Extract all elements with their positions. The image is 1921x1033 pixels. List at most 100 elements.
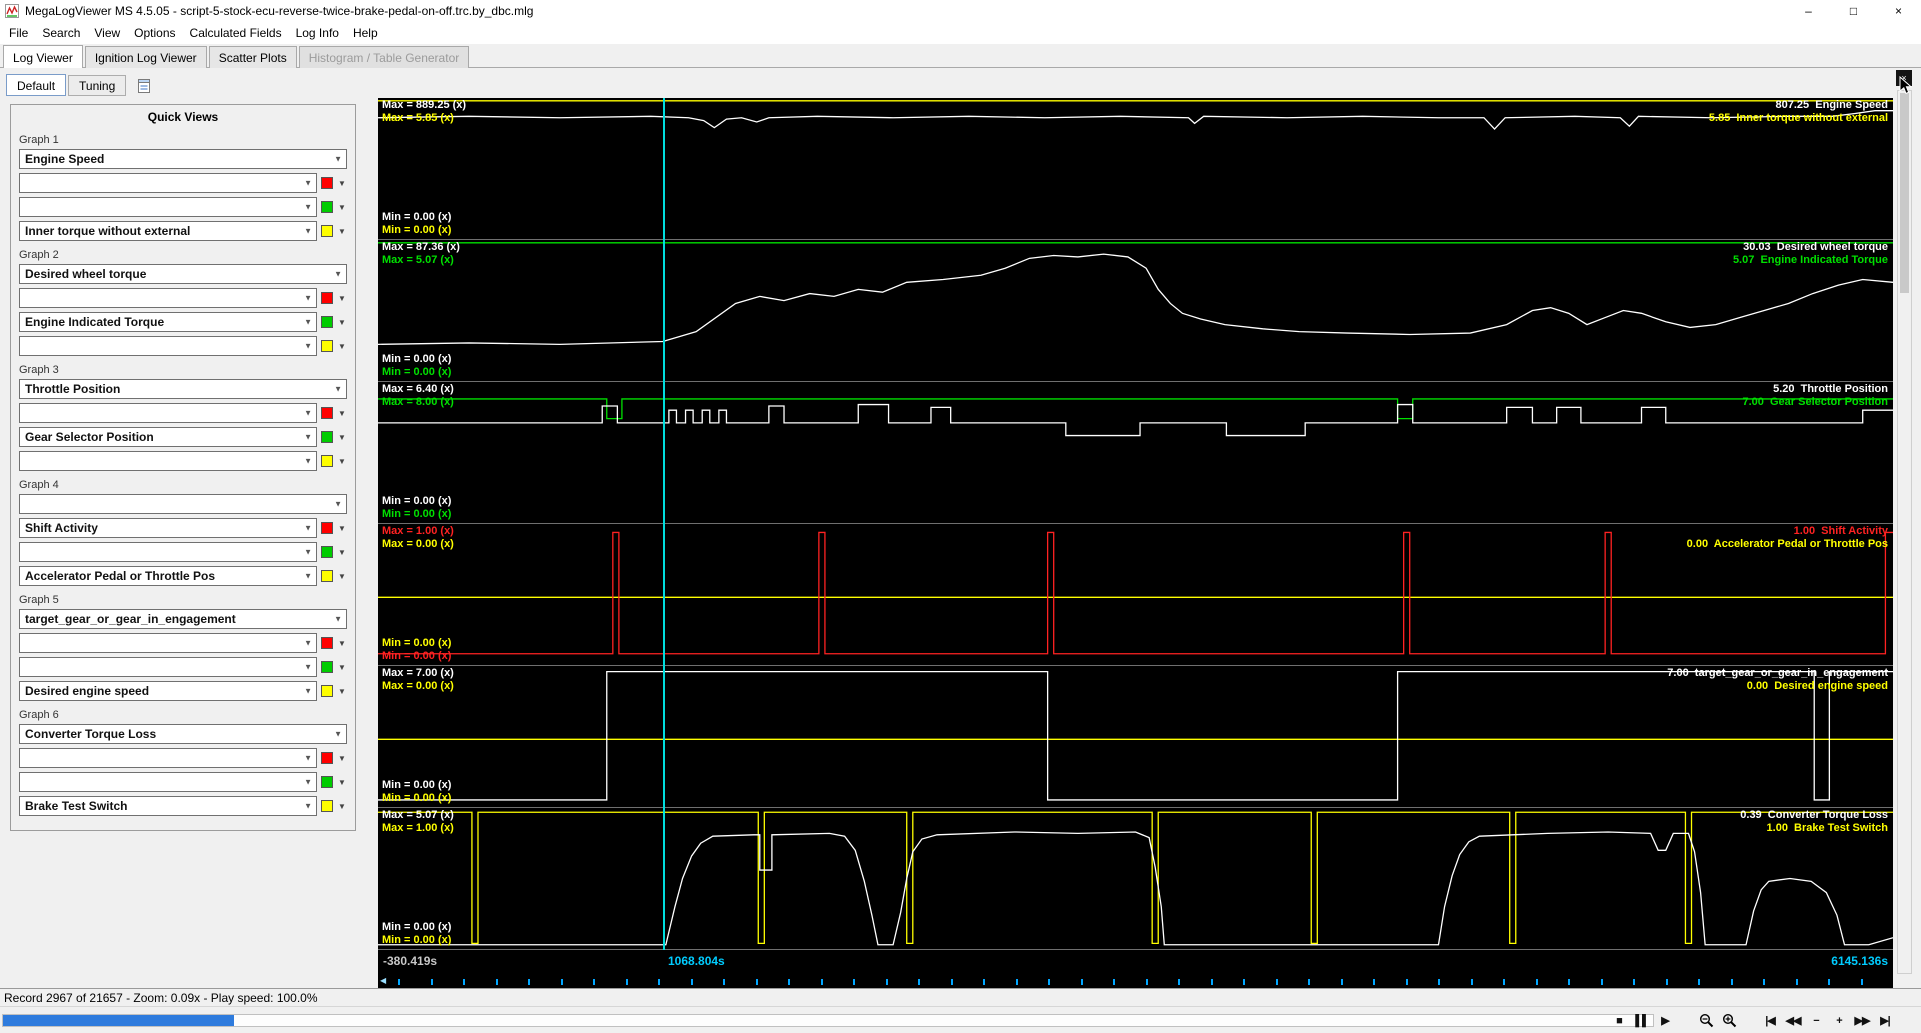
log-overview-strip[interactable]: ◀ <box>378 974 1893 988</box>
graph-panel-2[interactable]: Max = 87.36 (x) Max = 5.07 (x) Min = 0.00 … <box>378 240 1893 382</box>
chevron-down-icon[interactable]: ▼ <box>337 778 347 787</box>
speed-down-button[interactable]: − <box>1808 1011 1824 1031</box>
view-tab-default[interactable]: Default <box>6 74 67 96</box>
rewind-button[interactable]: ◀◀ <box>1785 1011 1802 1031</box>
pause-button[interactable]: ▌▌ <box>1634 1011 1650 1031</box>
channel-select-g6-1[interactable]: Converter Torque Loss ▼ <box>19 724 347 744</box>
channel-select-g2-4[interactable]: ▼ <box>19 336 317 356</box>
channel-select-g1-1[interactable]: Engine Speed ▼ <box>19 149 347 169</box>
chevron-down-icon[interactable]: ▼ <box>337 754 347 763</box>
graph-panel-6[interactable]: Max = 5.07 (x) Max = 1.00 (x) Min = 0.00 (… <box>378 808 1893 950</box>
channel-select-g1-4[interactable]: Inner torque without external ▼ <box>19 221 317 241</box>
menu-help[interactable]: Help <box>346 23 385 43</box>
color-swatch[interactable] <box>321 431 333 443</box>
color-swatch[interactable] <box>321 570 333 582</box>
channel-select-g2-3[interactable]: Engine Indicated Torque ▼ <box>19 312 317 332</box>
color-swatch[interactable] <box>321 225 333 237</box>
play-button[interactable]: ▶ <box>1657 1011 1673 1031</box>
position-scrollbar-thumb[interactable] <box>3 1015 234 1026</box>
menu-file[interactable]: File <box>2 23 35 43</box>
channel-select-g5-2[interactable]: ▼ <box>19 633 317 653</box>
tab-log-viewer[interactable]: Log Viewer <box>3 45 83 68</box>
graph-panel-4[interactable]: Max = 1.00 (x) Max = 0.00 (x) Min = 0.00 (… <box>378 524 1893 666</box>
chevron-down-icon[interactable]: ▼ <box>337 639 347 648</box>
color-swatch[interactable] <box>321 407 333 419</box>
color-swatch[interactable] <box>321 685 333 697</box>
log-chart[interactable]: Max = 889.25 (x) Max = 5.85 (x) Min = 0.00… <box>378 98 1893 988</box>
color-swatch[interactable] <box>321 316 333 328</box>
graph-panel-1[interactable]: Max = 889.25 (x) Max = 5.85 (x) Min = 0.00… <box>378 98 1893 240</box>
tab-ignition-log-viewer[interactable]: Ignition Log Viewer <box>84 46 207 68</box>
channel-select-g5-1[interactable]: target_gear_or_gear_in_engagement ▼ <box>19 609 347 629</box>
color-swatch[interactable] <box>321 340 333 352</box>
color-swatch[interactable] <box>321 522 333 534</box>
chevron-down-icon[interactable]: ▼ <box>337 687 347 696</box>
menu-log-info[interactable]: Log Info <box>289 23 346 43</box>
speed-up-button[interactable]: + <box>1831 1011 1847 1031</box>
new-view-button[interactable] <box>134 76 154 96</box>
window-minimize-button[interactable]: – <box>1786 0 1831 22</box>
channel-select-g3-2[interactable]: ▼ <box>19 403 317 423</box>
view-tab-tuning[interactable]: Tuning <box>68 75 127 96</box>
channel-select-g5-3[interactable]: ▼ <box>19 657 317 677</box>
color-swatch[interactable] <box>321 455 333 467</box>
vertical-scrollbar[interactable] <box>1897 90 1912 974</box>
menu-view[interactable]: View <box>87 23 127 43</box>
channel-select-g4-3[interactable]: ▼ <box>19 542 317 562</box>
vertical-scrollbar-thumb[interactable] <box>1900 93 1909 293</box>
menu-options[interactable]: Options <box>127 23 182 43</box>
fast-forward-button[interactable]: ▶▶ <box>1854 1011 1871 1031</box>
color-swatch[interactable] <box>321 201 333 213</box>
tab-histogram-table-generator[interactable]: Histogram / Table Generator <box>298 46 470 68</box>
chevron-down-icon[interactable]: ▼ <box>337 179 347 188</box>
color-swatch[interactable] <box>321 800 333 812</box>
chevron-down-icon[interactable]: ▼ <box>337 433 347 442</box>
channel-select-g2-1[interactable]: Desired wheel torque ▼ <box>19 264 347 284</box>
zoom-in-button[interactable] <box>1721 1011 1737 1031</box>
channel-select-g6-2[interactable]: ▼ <box>19 748 317 768</box>
channel-select-g3-1[interactable]: Throttle Position ▼ <box>19 379 347 399</box>
channel-select-g6-4[interactable]: Brake Test Switch ▼ <box>19 796 317 816</box>
channel-select-g1-2[interactable]: ▼ <box>19 173 317 193</box>
zoom-out-button[interactable] <box>1698 1011 1714 1031</box>
chevron-down-icon[interactable]: ▼ <box>337 802 347 811</box>
channel-select-g1-3[interactable]: ▼ <box>19 197 317 217</box>
chevron-down-icon[interactable]: ▼ <box>337 457 347 466</box>
channel-select-g5-4[interactable]: Desired engine speed ▼ <box>19 681 317 701</box>
color-swatch[interactable] <box>321 292 333 304</box>
chevron-down-icon[interactable]: ▼ <box>337 409 347 418</box>
menu-search[interactable]: Search <box>35 23 87 43</box>
channel-select-g4-1[interactable]: ▼ <box>19 494 347 514</box>
graph-panel-5[interactable]: Max = 7.00 (x) Max = 0.00 (x) Min = 0.00 (… <box>378 666 1893 808</box>
graph-panel-3[interactable]: Max = 6.40 (x) Max = 8.00 (x) Min = 0.00 (… <box>378 382 1893 524</box>
color-swatch[interactable] <box>321 661 333 673</box>
chevron-down-icon[interactable]: ▼ <box>337 524 347 533</box>
chevron-down-icon[interactable]: ▼ <box>337 203 347 212</box>
chevron-down-icon[interactable]: ▼ <box>337 294 347 303</box>
chevron-down-icon[interactable]: ▼ <box>337 663 347 672</box>
color-swatch[interactable] <box>321 177 333 189</box>
chevron-down-icon[interactable]: ▼ <box>337 318 347 327</box>
skip-start-button[interactable]: |◀ <box>1762 1011 1778 1031</box>
channel-select-g4-4[interactable]: Accelerator Pedal or Throttle Pos ▼ <box>19 566 317 586</box>
window-close-button[interactable]: × <box>1876 0 1921 22</box>
window-maximize-button[interactable]: □ <box>1831 0 1876 22</box>
color-swatch[interactable] <box>321 637 333 649</box>
color-swatch[interactable] <box>321 546 333 558</box>
chevron-down-icon[interactable]: ▼ <box>337 227 347 236</box>
channel-select-g4-2[interactable]: Shift Activity ▼ <box>19 518 317 538</box>
channel-select-g3-3[interactable]: Gear Selector Position ▼ <box>19 427 317 447</box>
chevron-down-icon[interactable]: ▼ <box>337 342 347 351</box>
stop-button[interactable]: ■ <box>1611 1011 1627 1031</box>
chevron-down-icon[interactable]: ▼ <box>337 572 347 581</box>
skip-end-button[interactable]: ▶| <box>1877 1011 1893 1031</box>
position-scrollbar[interactable] <box>2 1014 1654 1027</box>
menu-calculated-fields[interactable]: Calculated Fields <box>183 23 289 43</box>
tab-scatter-plots[interactable]: Scatter Plots <box>208 46 297 68</box>
channel-select-g6-3[interactable]: ▼ <box>19 772 317 792</box>
color-swatch[interactable] <box>321 752 333 764</box>
color-swatch[interactable] <box>321 776 333 788</box>
channel-select-g3-4[interactable]: ▼ <box>19 451 317 471</box>
chevron-down-icon[interactable]: ▼ <box>337 548 347 557</box>
channel-select-g2-2[interactable]: ▼ <box>19 288 317 308</box>
